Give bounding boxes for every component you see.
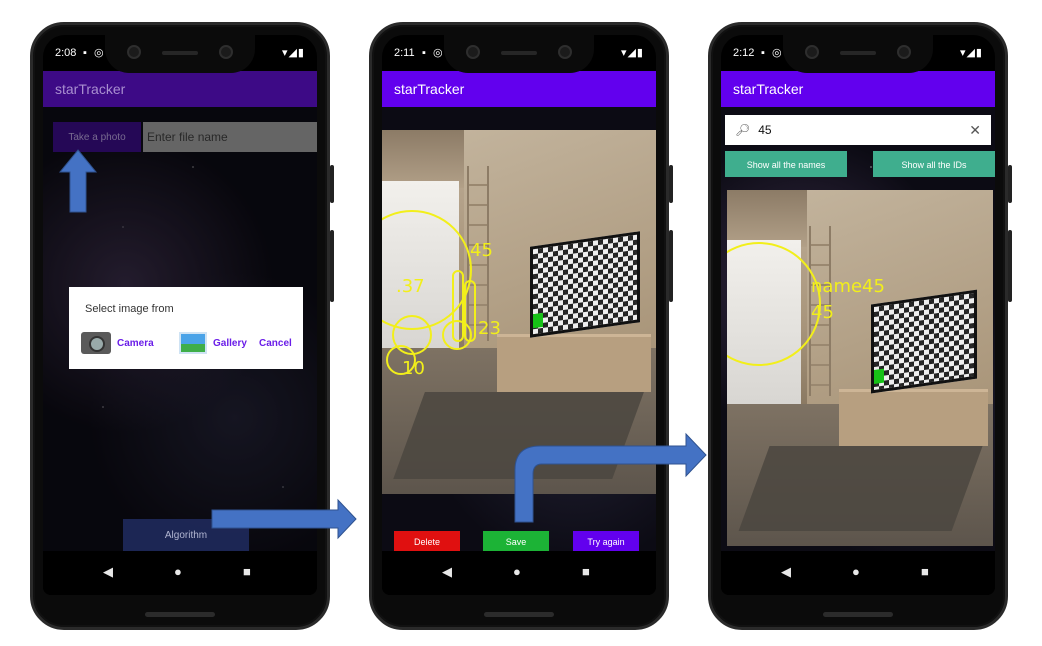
status-time: 2:11 — [394, 47, 415, 59]
show-all-ids-button[interactable]: Show all the IDs — [873, 151, 995, 177]
recents-icon[interactable]: ■ — [243, 564, 251, 579]
detection-overlay: name45 45 — [727, 190, 993, 546]
home-icon[interactable]: ● — [513, 564, 521, 579]
notification-icons: ▪ ◎ — [83, 47, 106, 59]
signal-battery-icons: ▾◢▮ — [959, 47, 983, 59]
volume-button — [669, 230, 673, 302]
detection-label: 45 — [470, 240, 493, 261]
app-bar: starTracker — [43, 71, 317, 107]
delete-button[interactable]: Delete — [394, 531, 460, 553]
camera-label: Camera — [117, 337, 154, 349]
app-bar: starTracker — [721, 71, 995, 107]
bottom-speaker — [145, 612, 215, 617]
close-icon[interactable]: ✕ — [969, 122, 981, 139]
detection-label: 10 — [402, 358, 425, 379]
gallery-icon — [179, 332, 207, 354]
algorithm-button[interactable]: Algorithm — [123, 519, 249, 551]
cancel-button[interactable]: Cancel — [259, 329, 292, 357]
notification-icons: ▪ ◎ — [422, 47, 445, 59]
detection-cluster — [464, 280, 476, 342]
app-title: starTracker — [733, 81, 804, 97]
camera-notch — [105, 35, 255, 73]
nav-bar: ◀ ● ■ — [721, 551, 995, 595]
power-button — [669, 165, 673, 203]
gallery-label: Gallery — [213, 337, 247, 349]
gallery-option[interactable]: Gallery — [179, 329, 247, 357]
detection-label: 23 — [478, 318, 501, 339]
app-title: starTracker — [55, 81, 126, 97]
back-icon[interactable]: ◀ — [442, 564, 452, 580]
recents-icon[interactable]: ■ — [582, 564, 590, 579]
search-input[interactable] — [758, 123, 959, 137]
status-time: 2:08 — [55, 47, 77, 59]
search-bar[interactable]: 🔎︎ ✕ — [725, 115, 991, 145]
signal-battery-icons: ▾◢▮ — [620, 47, 644, 59]
phone-frame-1: 2:08 ▪ ◎ ▾◢▮ starTracker Take a photo Se… — [30, 22, 334, 630]
home-icon[interactable]: ● — [852, 564, 860, 579]
home-icon[interactable]: ● — [174, 564, 182, 579]
app-bar: starTracker — [382, 71, 656, 107]
nav-bar: ◀ ● ■ — [382, 551, 656, 595]
bottom-speaker — [484, 612, 554, 617]
camera-notch — [444, 35, 594, 73]
phone-screen-2: 2:11 ▪ ◎ ▾◢▮ starTracker 45 .37 23 10 De… — [382, 35, 656, 595]
notification-icons: ▪ ◎ — [761, 47, 784, 59]
back-icon[interactable]: ◀ — [781, 564, 791, 580]
try-again-button[interactable]: Try again — [573, 531, 639, 553]
save-button[interactable]: Save — [483, 531, 549, 553]
phone-screen-3: 2:12 ▪ ◎ ▾◢▮ starTracker 🔎︎ ✕ Show all t… — [721, 35, 995, 595]
figure: 2:08 ▪ ◎ ▾◢▮ starTracker Take a photo Se… — [0, 0, 1042, 646]
detection-name: name45 — [811, 276, 885, 297]
dialog-title: Select image from — [85, 303, 174, 315]
select-image-dialog: Select image from Camera Gallery Cancel — [69, 287, 303, 369]
signal-battery-icons: ▾◢▮ — [281, 47, 305, 59]
phone-frame-3: 2:12 ▪ ◎ ▾◢▮ starTracker 🔎︎ ✕ Show all t… — [708, 22, 1012, 630]
camera-icon — [81, 332, 111, 354]
detection-circle — [727, 242, 821, 366]
recents-icon[interactable]: ■ — [921, 564, 929, 579]
filtered-photo: name45 45 — [727, 190, 993, 546]
phone-screen-1: 2:08 ▪ ◎ ▾◢▮ starTracker Take a photo Se… — [43, 35, 317, 595]
detection-cluster — [452, 270, 464, 342]
search-icon: 🔎︎ — [735, 123, 751, 137]
volume-button — [1008, 230, 1012, 302]
detection-overlay: 45 .37 23 10 — [382, 130, 656, 494]
nav-bar: ◀ ● ■ — [43, 551, 317, 595]
back-icon[interactable]: ◀ — [103, 564, 113, 580]
volume-button — [330, 230, 334, 302]
analyzed-photo: 45 .37 23 10 — [382, 130, 656, 494]
power-button — [1008, 165, 1012, 203]
detection-id: 45 — [811, 302, 834, 323]
bottom-speaker — [823, 612, 893, 617]
detection-label: .37 — [396, 276, 425, 297]
show-all-names-button[interactable]: Show all the names — [725, 151, 847, 177]
phone-frame-2: 2:11 ▪ ◎ ▾◢▮ starTracker 45 .37 23 10 De… — [369, 22, 673, 630]
camera-option[interactable]: Camera — [81, 329, 154, 357]
camera-notch — [783, 35, 933, 73]
status-time: 2:12 — [733, 47, 755, 59]
power-button — [330, 165, 334, 203]
app-title: starTracker — [394, 81, 465, 97]
